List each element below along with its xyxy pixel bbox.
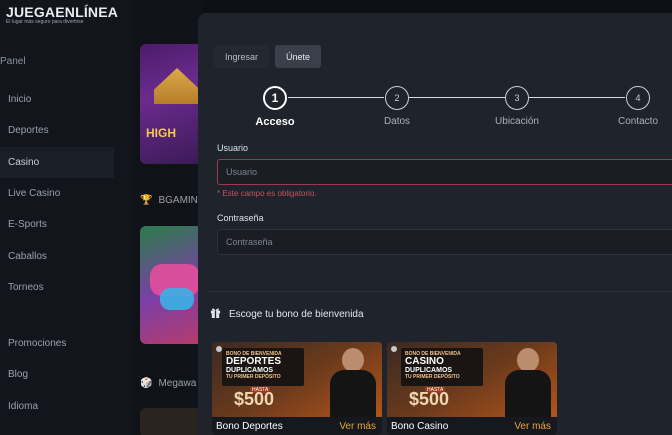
- step-label: Datos: [383, 116, 411, 127]
- banner-mid-text: DUPLICAMOS: [226, 367, 274, 374]
- game-tile[interactable]: HIGH: [140, 44, 202, 164]
- bonus-card-name: Bono Casino: [391, 420, 449, 432]
- game-art: [154, 68, 200, 104]
- usuario-input[interactable]: [217, 159, 672, 185]
- divider: [208, 291, 672, 292]
- bonus-title-text: Escoge tu bono de bienvenida: [229, 308, 364, 320]
- sidebar-item-label: Casino: [8, 156, 40, 168]
- person-body: [505, 370, 551, 420]
- provider-section-title: 🏆 BGAMIN: [140, 195, 198, 206]
- step-connector: [288, 97, 384, 98]
- sidebar-item-label: Torneos: [8, 281, 44, 293]
- signup-modal: Ingresar Únete 1 Acceso 2 Datos 3 Ubicac…: [198, 13, 672, 435]
- sidebar-nav: Inicio Deportes Casino Live Casino E-Spo…: [0, 84, 114, 303]
- bonus-card-name: Bono Deportes: [216, 420, 283, 432]
- ver-mas-link[interactable]: Ver más: [339, 421, 376, 432]
- sidebar-item-inicio[interactable]: Inicio: [0, 84, 114, 115]
- bonus-card-footer: Bono Casino Ver más: [387, 417, 557, 435]
- promo-person-image: [505, 344, 551, 420]
- sidebar-item-label: Deportes: [8, 125, 49, 137]
- bonus-amount: $500: [409, 389, 450, 409]
- sidebar-item-live-casino[interactable]: Live Casino: [0, 178, 114, 209]
- tab-unete[interactable]: Únete: [275, 45, 322, 68]
- panel-label: Panel: [0, 56, 26, 67]
- banner-sub-text: TU PRIMER DEPÓSITO: [226, 374, 281, 380]
- person-body: [330, 370, 376, 420]
- sidebar-item-deportes[interactable]: Deportes: [0, 115, 114, 146]
- sidebar-item-label: Idioma: [8, 400, 39, 412]
- password-input[interactable]: [217, 229, 672, 255]
- step-label: Contacto: [617, 116, 659, 127]
- provider-label: Megawa: [158, 378, 197, 389]
- signup-stepper: 1 Acceso 2 Datos 3 Ubicación 4 Contacto: [198, 86, 672, 146]
- logo-text: JUEGAENLÍNEA: [6, 4, 119, 20]
- sidebar-item-blog[interactable]: Blog: [0, 359, 114, 390]
- radio-indicator[interactable]: [391, 346, 397, 352]
- sidebar: JUEGAENLÍNEA El lugar más seguro para di…: [0, 0, 132, 435]
- bonus-section-title: Escoge tu bono de bienvenida: [210, 307, 364, 321]
- person-head: [342, 348, 364, 372]
- tab-ingresar[interactable]: Ingresar: [214, 45, 270, 68]
- banner-big-text: DEPORTES: [226, 356, 282, 367]
- step-connector: [529, 97, 625, 98]
- ver-mas-link[interactable]: Ver más: [514, 421, 551, 432]
- banner-mid-text: DUPLICAMOS: [405, 367, 453, 374]
- bonus-card-deportes[interactable]: BONO DE BIENVENIDA DEPORTES DUPLICAMOS T…: [212, 342, 382, 435]
- bonus-banner: BONO DE BIENVENIDA CASINO DUPLICAMOS TU …: [401, 348, 483, 386]
- sidebar-item-label: E-Sports: [8, 219, 47, 231]
- game-grid: HIGH 🏆 BGAMIN 🎲 Megawa: [132, 0, 202, 435]
- sidebar-nav-secondary: Promociones Blog Idioma: [0, 328, 114, 422]
- sidebar-item-idioma[interactable]: Idioma: [0, 391, 114, 422]
- sidebar-item-label: Caballos: [8, 250, 47, 262]
- usuario-label: Usuario: [217, 143, 249, 153]
- step-number: 4: [626, 86, 650, 110]
- sidebar-item-casino[interactable]: Casino: [0, 146, 114, 178]
- game-tile[interactable]: [140, 226, 202, 344]
- gift-icon: [210, 307, 221, 321]
- provider-section-title: 🎲 Megawa: [140, 378, 196, 389]
- bonus-card-footer: Bono Deportes Ver más: [212, 417, 382, 435]
- banner-sub-text: TU PRIMER DEPÓSITO: [405, 374, 460, 380]
- promo-person-image: [330, 344, 376, 420]
- sidebar-item-torneos[interactable]: Torneos: [0, 272, 114, 303]
- step-number: 3: [505, 86, 529, 110]
- step-number: 2: [385, 86, 409, 110]
- provider-label: BGAMIN: [158, 195, 198, 206]
- bonus-amount: $500: [234, 389, 275, 409]
- step-connector: [409, 97, 505, 98]
- sidebar-item-label: Blog: [8, 369, 29, 381]
- usuario-error: * Este campo es obligatorio.: [217, 189, 317, 198]
- sidebar-item-label: Live Casino: [8, 188, 61, 200]
- game-art: [160, 288, 194, 310]
- step-label: Acceso: [255, 116, 295, 128]
- site-logo[interactable]: JUEGAENLÍNEA El lugar más seguro para di…: [6, 4, 118, 25]
- password-label: Contraseña: [217, 213, 264, 223]
- sidebar-item-caballos[interactable]: Caballos: [0, 240, 114, 271]
- sidebar-item-promociones[interactable]: Promociones: [0, 328, 114, 359]
- bonus-banner: BONO DE BIENVENIDA DEPORTES DUPLICAMOS T…: [222, 348, 304, 386]
- step-number: 1: [263, 86, 287, 110]
- bonus-card-casino[interactable]: BONO DE BIENVENIDA CASINO DUPLICAMOS TU …: [387, 342, 557, 435]
- person-head: [517, 348, 539, 372]
- sidebar-item-esports[interactable]: E-Sports: [0, 209, 114, 240]
- sidebar-item-label: Inicio: [8, 94, 32, 106]
- dice-icon: 🎲: [140, 378, 153, 389]
- game-tile[interactable]: [140, 408, 202, 435]
- step-label: Ubicación: [495, 116, 539, 127]
- banner-big-text: CASINO: [405, 356, 444, 367]
- trophy-icon: 🏆: [140, 195, 153, 206]
- game-tile-title: HIGH: [146, 126, 176, 140]
- page: JUEGAENLÍNEA El lugar más seguro para di…: [0, 0, 672, 435]
- auth-tabs: Ingresar Únete: [214, 45, 322, 68]
- sidebar-item-label: Promociones: [8, 338, 67, 350]
